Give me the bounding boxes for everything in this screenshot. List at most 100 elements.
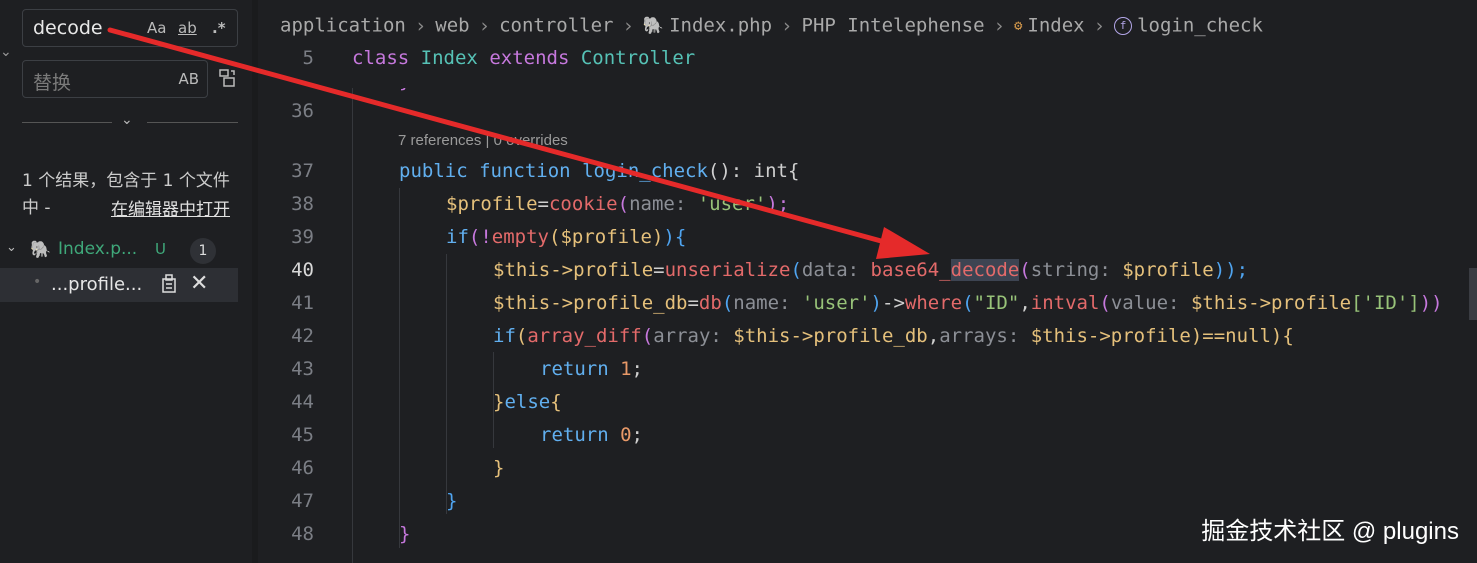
token-operator: -> <box>882 292 905 314</box>
line-number: 38 <box>291 193 314 215</box>
result-file-row[interactable]: ⌄ 🐘 Index.p... U 1 <box>0 236 252 264</box>
token-keyword: if <box>493 325 516 347</box>
indent-guide <box>399 188 400 548</box>
token-number: 1 <box>620 358 632 380</box>
breadcrumb-item[interactable]: controller <box>499 15 613 37</box>
vertical-scrollbar[interactable] <box>1469 268 1477 320</box>
inlay-hint: string: <box>1030 259 1123 281</box>
line-number: 46 <box>291 457 314 479</box>
token-punctuation: ; <box>631 358 643 380</box>
replace-input[interactable]: 替换 AB <box>22 60 208 98</box>
inlay-hint: value: <box>1110 292 1191 314</box>
result-match-row[interactable]: • ...profile... ✕ <box>0 268 238 302</box>
close-icon[interactable]: ✕ <box>190 271 208 296</box>
breadcrumb-item[interactable]: login_check <box>1137 15 1263 37</box>
token-punctuation: (): int{ <box>707 160 800 182</box>
token-bracket: ( <box>962 292 974 314</box>
use-regex-icon[interactable]: .* <box>212 19 226 37</box>
line-number: 5 <box>302 47 314 69</box>
token-bracket: ( <box>468 226 481 248</box>
chevron-right-icon: › <box>993 14 1005 37</box>
token-operator: = <box>687 292 699 314</box>
chevron-right-icon: › <box>478 14 491 37</box>
bullet-icon: • <box>33 274 42 290</box>
line-number: 41 <box>291 292 314 314</box>
code-line-5[interactable]: class Index extends Controller <box>352 47 695 69</box>
line-number: 37 <box>291 160 314 182</box>
code-line-46[interactable]: } <box>493 457 504 479</box>
preserve-case-icon[interactable]: AB <box>178 70 199 88</box>
token-variable: $this->profile_db <box>493 292 688 314</box>
match-count-badge: 1 <box>190 238 216 264</box>
line-number: 39 <box>291 226 314 248</box>
code-editor[interactable]: 35 } 5 class Index extends Controller ap… <box>258 0 1477 563</box>
token-class: Index <box>420 47 478 69</box>
php-file-icon: 🐘 <box>642 15 665 36</box>
line-number: 43 <box>291 358 314 380</box>
code-line-41[interactable]: $this->profile_db=db(name: 'user')->wher… <box>493 292 1443 314</box>
token-function: db <box>698 292 722 314</box>
open-in-editor-link[interactable]: 在编辑器中打开 <box>111 195 230 220</box>
search-input[interactable]: decode Aa ab .* <box>22 9 238 47</box>
chevron-right-icon: › <box>781 14 793 37</box>
code-line-43[interactable]: return 1; <box>540 358 643 380</box>
token-keyword: extends <box>489 47 570 69</box>
token-variable: $profile <box>1122 259 1214 281</box>
breadcrumb-item[interactable]: application <box>280 15 406 37</box>
line-number: 48 <box>291 523 314 545</box>
token-bracket: ) <box>870 292 882 314</box>
token-punctuation: , <box>927 325 940 347</box>
code-line-37[interactable]: public function login_check(): int{ <box>399 160 799 182</box>
token-variable: $this->profile <box>1190 292 1352 314</box>
search-match-highlight[interactable]: decode <box>950 259 1020 281</box>
inlay-hint: name: <box>629 193 698 215</box>
breadcrumb-item[interactable]: Index <box>1027 15 1084 37</box>
code-area[interactable]: 35 } 5 class Index extends Controller ap… <box>258 0 1477 563</box>
codelens-references[interactable]: 7 references | 0 overrides <box>398 132 568 149</box>
match-case-icon[interactable]: Aa <box>147 19 166 37</box>
code-line-39[interactable]: if(!empty($profile)){ <box>446 226 686 248</box>
code-line-44[interactable]: }else{ <box>493 391 562 413</box>
breadcrumb-item[interactable]: PHP Intelephense <box>802 15 985 37</box>
token-function: unserialize <box>664 259 791 281</box>
line-number: 36 <box>291 100 314 122</box>
code-line-45[interactable]: return 0; <box>540 424 643 446</box>
toggle-replace-chevron-icon[interactable]: ⌄ <box>0 44 12 60</box>
token-string: "ID" <box>973 292 1020 314</box>
breadcrumb-item[interactable]: Index.php <box>669 15 772 37</box>
token-bracket: ( <box>721 292 734 314</box>
chevron-down-icon[interactable]: ⌄ <box>6 240 17 255</box>
token-keyword: else <box>504 391 551 413</box>
token-string: 'user' <box>801 292 871 314</box>
toggle-details-chevron-icon[interactable]: ⌄ <box>121 112 133 128</box>
token-keyword: class <box>352 47 410 69</box>
token-function: where <box>904 292 963 314</box>
token-string: 'user' <box>697 193 767 215</box>
inlay-hint: name: <box>733 292 802 314</box>
code-line-47[interactable]: } <box>446 490 457 512</box>
line-number: 47 <box>291 490 314 512</box>
result-match-text[interactable]: ...profile... <box>51 274 142 295</box>
code-line-48[interactable]: } <box>399 523 410 545</box>
result-file-name[interactable]: Index.p... <box>58 239 137 259</box>
search-sidebar: ⌄ decode Aa ab .* 替换 AB ⌄ 1 个结果，包含于 1 个文… <box>0 0 252 563</box>
search-input-value[interactable]: decode <box>33 17 103 39</box>
code-line-42[interactable]: if(array_diff(array: $this->profile_db,a… <box>493 325 1294 347</box>
token-operator: = <box>653 259 665 281</box>
token-bracket: ){ <box>663 226 687 248</box>
breadcrumb-item[interactable]: web <box>435 15 469 37</box>
line-number: 44 <box>291 391 314 413</box>
php-file-icon: 🐘 <box>30 240 52 260</box>
code-line-38[interactable]: $profile=cookie(name: 'user'); <box>446 193 789 215</box>
code-line-40[interactable]: $this->profile=unserialize(data: base64_… <box>493 259 1248 281</box>
inlay-hint: arrays: <box>939 325 1031 347</box>
breadcrumb: application › web › controller › 🐘 Index.php › PH… <box>280 14 1263 37</box>
token-function: login_check <box>582 160 708 182</box>
token-keyword: if <box>446 226 469 248</box>
token-punctuation: , <box>1019 292 1031 314</box>
match-whole-word-icon[interactable]: ab <box>178 19 197 37</box>
replace-all-icon[interactable] <box>218 68 238 93</box>
class-symbol-icon: ⚙ <box>1013 17 1023 34</box>
token-keyword: function <box>479 160 571 182</box>
replace-icon[interactable] <box>161 274 177 299</box>
